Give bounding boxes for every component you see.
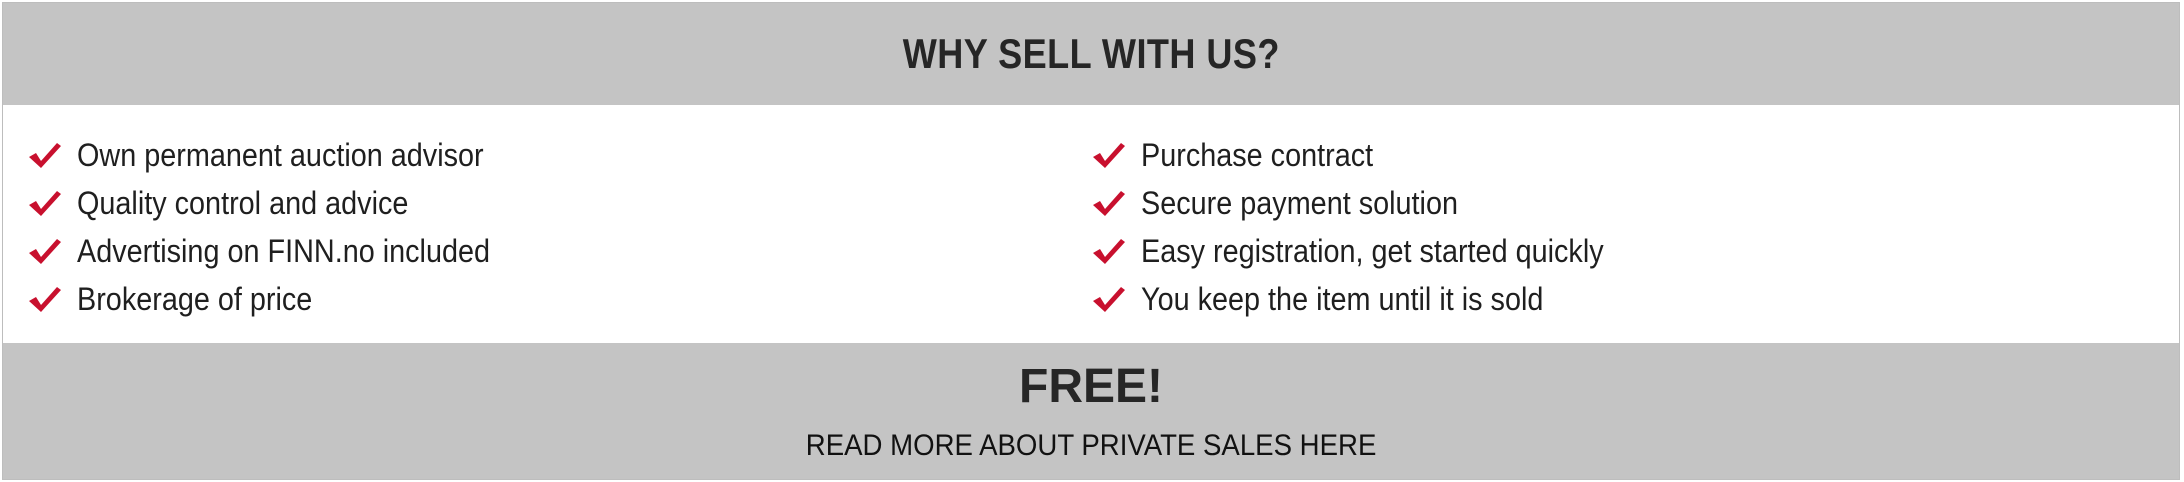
- read-more-link[interactable]: READ MORE ABOUT PRIVATE SALES HERE: [3, 429, 2179, 463]
- check-icon: [1093, 287, 1125, 312]
- feature-column-right: Purchase contract Secure payment solutio…: [1091, 131, 1655, 323]
- feature-item: Advertising on FINN.no included: [27, 227, 536, 275]
- check-icon: [29, 191, 61, 216]
- feature-item: Secure payment solution: [1091, 179, 1655, 227]
- feature-label: Own permanent auction advisor: [77, 136, 484, 173]
- why-sell-panel: WHY SELL WITH US? Own permanent auction …: [2, 2, 2180, 480]
- feature-label: You keep the item until it is sold: [1141, 280, 1544, 317]
- feature-item: Brokerage of price: [27, 275, 536, 323]
- feature-item: Own permanent auction advisor: [27, 131, 536, 179]
- free-label: FREE!: [1019, 360, 1163, 413]
- check-icon: [29, 287, 61, 312]
- feature-label: Secure payment solution: [1141, 184, 1458, 221]
- check-icon: [29, 143, 61, 168]
- feature-item: You keep the item until it is sold: [1091, 275, 1655, 323]
- feature-item: Purchase contract: [1091, 131, 1655, 179]
- feature-label: Purchase contract: [1141, 136, 1374, 173]
- check-icon: [1093, 191, 1125, 216]
- feature-column-left: Own permanent auction advisor Quality co…: [27, 131, 536, 323]
- feature-list: Own permanent auction advisor Quality co…: [3, 105, 2179, 343]
- section-title: WHY SELL WITH US?: [902, 30, 1280, 77]
- check-icon: [29, 239, 61, 264]
- check-icon: [1093, 143, 1125, 168]
- read-more-link-label: READ MORE ABOUT PRIVATE SALES HERE: [805, 429, 1377, 462]
- feature-item: Easy registration, get started quickly: [1091, 227, 1655, 275]
- feature-label: Easy registration, get started quickly: [1141, 232, 1604, 269]
- footer-band: FREE! READ MORE ABOUT PRIVATE SALES HERE: [3, 343, 2179, 479]
- feature-label: Advertising on FINN.no included: [77, 232, 491, 269]
- header-band: WHY SELL WITH US?: [3, 3, 2179, 105]
- feature-item: Quality control and advice: [27, 179, 536, 227]
- feature-label: Brokerage of price: [77, 280, 313, 317]
- check-icon: [1093, 239, 1125, 264]
- feature-label: Quality control and advice: [77, 184, 409, 221]
